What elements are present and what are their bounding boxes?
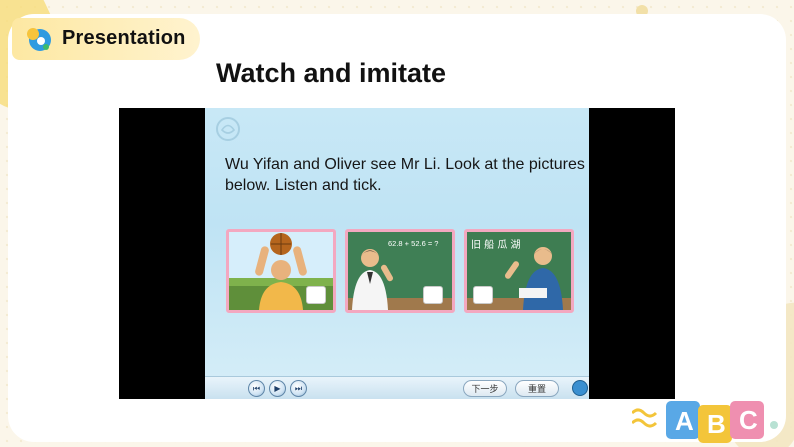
tick-box-1[interactable] (306, 286, 326, 304)
picture-teacher-math: 62.8 + 52.6 = ? (345, 229, 455, 313)
abc-letter-b: B (707, 409, 726, 439)
emblem-icon (216, 117, 240, 141)
reset-button[interactable]: 重置 (515, 380, 559, 397)
picture-boy-basketball (226, 229, 336, 313)
next-step-button[interactable]: 下一步 (463, 380, 507, 397)
skip-back-icon: ⏮ (252, 383, 261, 393)
section-header: Presentation (12, 18, 200, 60)
abc-decoration: A B C (632, 401, 778, 443)
video-player[interactable]: Wu Yifan and Oliver see Mr Li. Look at t… (119, 108, 675, 399)
play-icon: ▶ (274, 383, 281, 393)
abc-letter-a: A (675, 406, 694, 436)
slide-instruction: Wu Yifan and Oliver see Mr Li. Look at t… (225, 156, 585, 194)
skip-forward-icon: ⏭ (294, 383, 303, 393)
tick-box-3[interactable] (473, 286, 493, 304)
play-button[interactable]: ▶ (269, 380, 286, 397)
math-board-text: 62.8 + 52.6 = ? (388, 239, 438, 248)
page-title: Watch and imitate (216, 58, 447, 88)
logo-icon (27, 28, 51, 51)
picture-teacher-chinese: 旧 船 瓜 湖 (464, 229, 574, 313)
menu-icon[interactable] (572, 380, 588, 396)
section-title: Presentation (62, 27, 186, 49)
skip-back-button[interactable]: ⏮ (248, 380, 265, 397)
player-control-bar: ⏮ ▶ ⏭ 下一步 重置 (205, 376, 589, 399)
tick-box-2[interactable] (423, 286, 443, 304)
abc-letter-c: C (739, 405, 758, 435)
chinese-board-text: 旧 船 瓜 湖 (471, 238, 521, 251)
video-slide: Wu Yifan and Oliver see Mr Li. Look at t… (205, 108, 589, 399)
skip-forward-button[interactable]: ⏭ (290, 380, 307, 397)
